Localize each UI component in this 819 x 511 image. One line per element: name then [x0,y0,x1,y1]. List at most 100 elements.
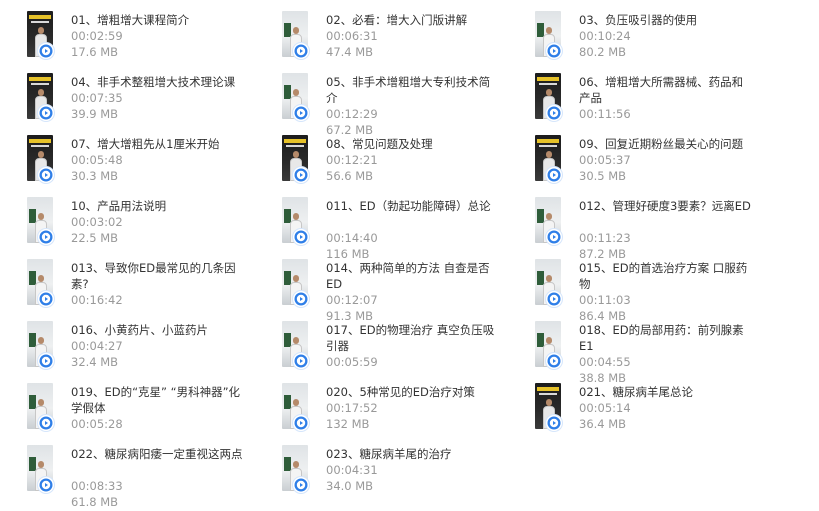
play-circle-icon[interactable] [546,415,562,431]
video-duration: 00:02:59 [71,29,123,43]
file-size: 17.6 MB [71,45,119,59]
video-title[interactable]: 014、两种简单的方法 自查是否ED [326,260,501,292]
play-circle-icon[interactable] [38,229,54,245]
video-title[interactable]: 013、导致你ED最常见的几条因素? [71,260,246,292]
video-item[interactable]: 018、ED的局部用药：前列腺素E1 00:04:55 38.8 MB [508,321,758,385]
play-circle-icon[interactable] [293,105,309,121]
play-circle-icon[interactable] [546,291,562,307]
video-item[interactable]: 014、两种简单的方法 自查是否ED 00:12:07 91.3 MB [255,259,505,323]
video-title[interactable]: 020、5种常见的ED治疗对策 [326,384,501,400]
file-size: 47.4 MB [326,45,374,59]
video-item[interactable]: 017、ED的物理治疗 真空负压吸引器 00:05:59 [255,321,505,379]
video-title[interactable]: 04、非手术整粗增大技术理论课 [71,74,246,90]
video-title[interactable]: 05、非手术增粗增大专利技术简介 [326,74,501,106]
video-title[interactable]: 02、必看：增大入门版讲解 [326,12,501,28]
video-duration: 00:12:07 [326,293,378,307]
video-item[interactable]: 021、糖尿病羊尾总论 00:05:14 36.4 MB [508,383,758,441]
video-item[interactable]: 020、5种常见的ED治疗对策 00:17:52 132 MB [255,383,505,441]
video-title[interactable]: 023、糖尿病羊尾的治疗 [326,446,501,462]
video-duration: 00:10:24 [579,29,631,43]
video-duration: 00:11:03 [579,293,631,307]
video-item[interactable]: 02、必看：增大入门版讲解 00:06:31 47.4 MB [255,11,505,69]
video-item[interactable]: 01、增粗增大课程简介 00:02:59 17.6 MB [0,11,250,69]
video-duration: 00:17:52 [326,401,378,415]
file-size: 61.8 MB [71,495,119,509]
video-title[interactable]: 021、糖尿病羊尾总论 [579,384,754,400]
video-title[interactable]: 018、ED的局部用药：前列腺素E1 [579,322,754,354]
video-item[interactable]: 011、ED（勃起功能障碍）总论 00:14:40 116 MB [255,197,505,261]
video-item[interactable]: 013、导致你ED最常见的几条因素? 00:16:42 [0,259,250,317]
video-duration: 00:04:55 [579,355,631,369]
video-title[interactable]: 022、糖尿病阳痿一定重视这两点 [71,446,246,462]
video-title[interactable]: 017、ED的物理治疗 真空负压吸引器 [326,322,501,354]
play-circle-icon[interactable] [293,229,309,245]
video-duration: 00:16:42 [71,293,123,307]
play-circle-icon[interactable] [38,415,54,431]
video-duration: 00:05:14 [579,401,631,415]
video-item[interactable]: 05、非手术增粗增大专利技术简介 00:12:29 67.2 MB [255,73,505,137]
file-size: 34.0 MB [326,479,374,493]
video-title[interactable]: 015、ED的首选治疗方案 口服药物 [579,260,754,292]
file-size: 30.3 MB [71,169,119,183]
play-circle-icon[interactable] [38,167,54,183]
video-title[interactable]: 012、管理好硬度3要素？远离ED [579,198,754,214]
file-size: 32.4 MB [71,355,119,369]
play-circle-icon[interactable] [293,477,309,493]
video-item[interactable]: 09、回复近期粉丝最关心的问题 00:05:37 30.5 MB [508,135,758,193]
play-circle-icon[interactable] [293,415,309,431]
play-circle-icon[interactable] [38,105,54,121]
file-size: 36.4 MB [579,417,627,431]
play-circle-icon[interactable] [38,353,54,369]
play-circle-icon[interactable] [38,291,54,307]
video-duration: 00:05:37 [579,153,631,167]
video-item[interactable]: 10、产品用法说明 00:03:02 22.5 MB [0,197,250,255]
video-title[interactable]: 06、增粗增大所需器械、药品和产品 [579,74,754,106]
video-item[interactable]: 022、糖尿病阳痿一定重视这两点 00:08:33 61.8 MB [0,445,250,509]
play-circle-icon[interactable] [38,43,54,59]
video-item[interactable]: 016、小黄药片、小蓝药片 00:04:27 32.4 MB [0,321,250,379]
play-circle-icon[interactable] [546,353,562,369]
video-item[interactable]: 012、管理好硬度3要素？远离ED 00:11:23 87.2 MB [508,197,758,261]
video-duration: 00:05:48 [71,153,123,167]
file-size: 30.5 MB [579,169,627,183]
video-title[interactable]: 07、增大增粗先从1厘米开始 [71,136,246,152]
video-duration: 00:03:02 [71,215,123,229]
video-title[interactable]: 011、ED（勃起功能障碍）总论 [326,198,501,214]
video-title[interactable]: 10、产品用法说明 [71,198,246,214]
video-title[interactable]: 03、负压吸引器的使用 [579,12,754,28]
video-duration: 00:06:31 [326,29,378,43]
video-file-grid: 01、增粗增大课程简介 00:02:59 17.6 MB 02、必看：增大入门版讲解 0… [0,0,819,511]
play-circle-icon[interactable] [38,477,54,493]
video-item[interactable]: 04、非手术整粗增大技术理论课 00:07:35 39.9 MB [0,73,250,131]
play-circle-icon[interactable] [293,291,309,307]
play-circle-icon[interactable] [546,43,562,59]
video-duration: 00:05:59 [326,355,378,369]
video-duration: 00:11:23 [579,231,631,245]
video-title[interactable]: 09、回复近期粉丝最关心的问题 [579,136,754,152]
file-size: 132 MB [326,417,370,431]
video-item[interactable]: 023、糖尿病羊尾的治疗 00:04:31 34.0 MB [255,445,505,503]
play-circle-icon[interactable] [546,229,562,245]
video-item[interactable]: 015、ED的首选治疗方案 口服药物 00:11:03 86.4 MB [508,259,758,323]
play-circle-icon[interactable] [546,167,562,183]
file-size: 80.2 MB [579,45,627,59]
file-size: 39.9 MB [71,107,119,121]
play-circle-icon[interactable] [293,43,309,59]
video-item[interactable]: 07、增大增粗先从1厘米开始 00:05:48 30.3 MB [0,135,250,193]
video-item[interactable]: 06、增粗增大所需器械、药品和产品 00:11:56 [508,73,758,131]
video-duration: 00:05:28 [71,417,123,431]
video-item[interactable]: 03、负压吸引器的使用 00:10:24 80.2 MB [508,11,758,69]
video-title[interactable]: 01、增粗增大课程简介 [71,12,246,28]
play-circle-icon[interactable] [293,353,309,369]
video-duration: 00:08:33 [71,479,123,493]
play-circle-icon[interactable] [546,105,562,121]
video-duration: 00:14:40 [326,231,378,245]
video-item[interactable]: 08、常见问题及处理 00:12:21 56.6 MB [255,135,505,193]
video-title[interactable]: 016、小黄药片、小蓝药片 [71,322,246,338]
video-title[interactable]: 019、ED的“克星” “男科神器”化学假体 [71,384,246,416]
video-item[interactable]: 019、ED的“克星” “男科神器”化学假体 00:05:28 [0,383,250,441]
video-duration: 00:04:31 [326,463,378,477]
video-duration: 00:04:27 [71,339,123,353]
video-title[interactable]: 08、常见问题及处理 [326,136,501,152]
play-circle-icon[interactable] [293,167,309,183]
